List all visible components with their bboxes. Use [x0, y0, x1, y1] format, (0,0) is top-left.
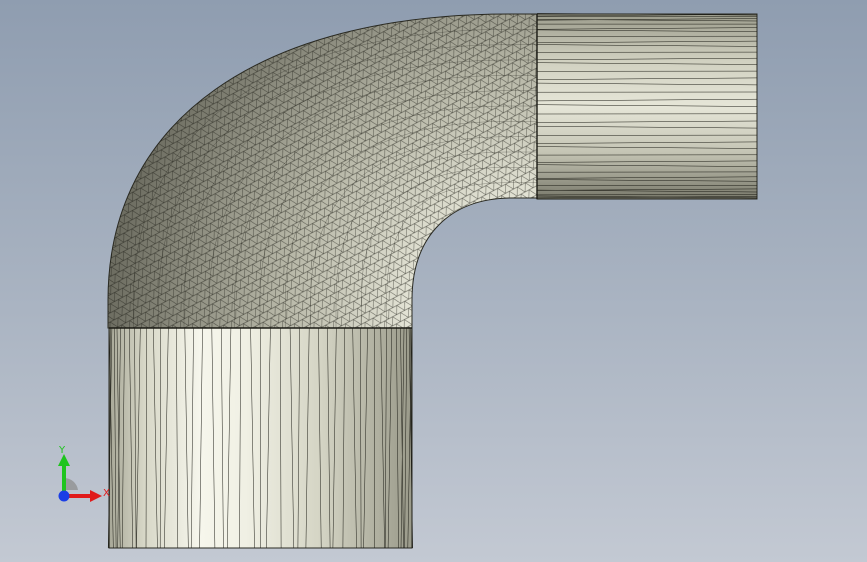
- vertical-pipe-section: [107, 327, 413, 549]
- triad-arc: [64, 477, 78, 490]
- y-axis-label: Y: [58, 445, 66, 456]
- elbow-bend-mesh: [107, 13, 538, 329]
- x-axis-arrow: [64, 490, 102, 502]
- horizontal-pipe-section: [536, 13, 758, 200]
- coordinate-triad: Y X: [58, 445, 110, 502]
- x-axis-label: X: [103, 488, 110, 499]
- z-axis-dot: [58, 490, 70, 502]
- graphics-viewport[interactable]: [0, 0, 867, 562]
